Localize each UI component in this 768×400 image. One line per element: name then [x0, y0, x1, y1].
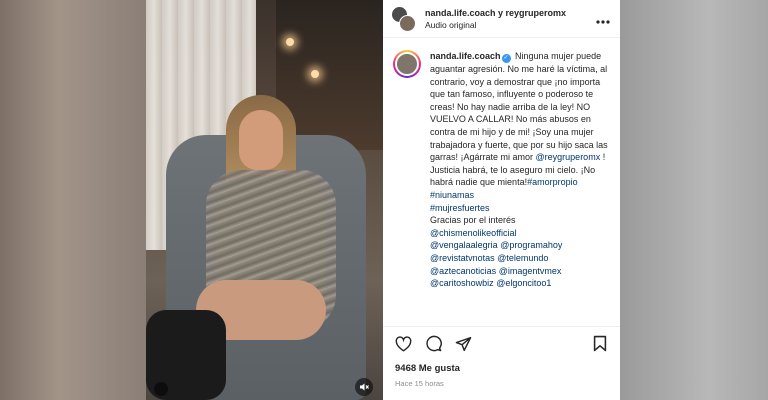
caption-username[interactable]: nanda.life.coach: [430, 51, 501, 61]
hashtag-link[interactable]: #niunamas: [430, 190, 474, 200]
mention-link[interactable]: @programahoy: [500, 240, 562, 250]
post-video[interactable]: [146, 0, 383, 400]
video-progress-icon[interactable]: [154, 382, 168, 396]
post-side-panel: nanda.life.coach y reygruperomx Audio or…: [383, 0, 620, 400]
mute-icon[interactable]: [355, 378, 373, 396]
action-bar: [383, 326, 620, 360]
mention-link[interactable]: @telemundo: [497, 253, 548, 263]
post-header: nanda.life.coach y reygruperomx Audio or…: [383, 0, 620, 38]
hashtag-link[interactable]: #amorpropio: [527, 177, 578, 187]
hashtag-link[interactable]: #mujresfuertes: [430, 203, 490, 213]
mention-link[interactable]: @chismenolikeofficial: [430, 228, 517, 238]
comment-icon[interactable]: [423, 334, 443, 354]
collab-avatars[interactable]: [391, 5, 417, 32]
mention-link[interactable]: @elgoncitoo1: [496, 278, 551, 288]
blurred-backdrop-left: [0, 0, 146, 400]
send-icon[interactable]: [453, 334, 473, 354]
mention-link[interactable]: @caritoshowbiz: [430, 278, 494, 288]
header-names: nanda.life.coach y reygruperomx Audio or…: [425, 8, 596, 30]
caption-text: Ninguna mujer puede aguantar agresión. N…: [430, 51, 608, 163]
more-horizontal-icon[interactable]: [596, 12, 610, 26]
likes-count[interactable]: 9468 Me gusta: [395, 363, 460, 374]
mention-link[interactable]: @aztecanoticias: [430, 266, 496, 276]
heart-icon[interactable]: [393, 334, 413, 354]
post-owners[interactable]: nanda.life.coach y reygruperomx: [425, 8, 596, 18]
avatar[interactable]: [399, 14, 416, 32]
bookmark-icon[interactable]: [590, 334, 610, 354]
mention-link[interactable]: @vengalaalegria: [430, 240, 498, 250]
thanks-text: Gracias por el interés: [430, 215, 516, 226]
lamp-light: [286, 38, 294, 46]
post-timestamp[interactable]: Hace 15 horas: [395, 379, 444, 388]
person-face: [239, 110, 283, 170]
mention-link[interactable]: @revistatvnotas: [430, 253, 495, 263]
caption-area: nanda.life.coach ✓ Ninguna mujer puede ag…: [383, 38, 620, 324]
verified-badge-icon: ✓: [501, 54, 511, 63]
blurred-backdrop-right: [620, 0, 768, 400]
caption-mention[interactable]: @reygruperomx: [536, 152, 601, 162]
audio-label[interactable]: Audio original: [425, 20, 596, 30]
lamp-light: [311, 70, 319, 78]
post-caption: nanda.life.coach ✓ Ninguna mujer puede ag…: [430, 50, 610, 324]
avatar[interactable]: [393, 50, 421, 78]
mention-link[interactable]: @imagentvmex: [499, 266, 562, 276]
